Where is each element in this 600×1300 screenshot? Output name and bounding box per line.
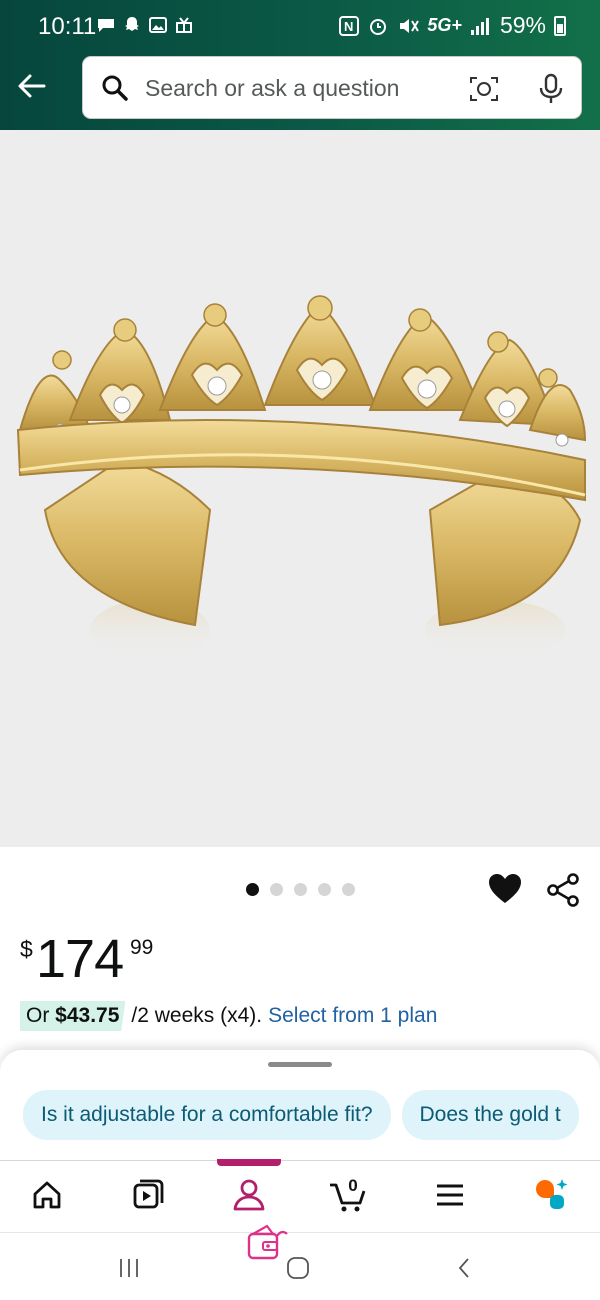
svg-text:N: N (344, 19, 353, 34)
pagination-dot[interactable] (270, 883, 283, 896)
network-type: 5G+ (427, 15, 462, 35)
search-placeholder: Search or ask a question (145, 75, 400, 101)
heart-icon[interactable] (487, 873, 523, 905)
back-arrow-icon[interactable] (14, 68, 50, 104)
signal-icon (470, 17, 489, 35)
status-bar: 10:11 N 5G+ 59% (0, 0, 600, 52)
status-time: 10:11 (38, 13, 97, 40)
question-chip[interactable]: Is it adjustable for a comfortable fit? (23, 1090, 391, 1140)
mute-icon (400, 18, 420, 33)
select-plan-link[interactable]: Select from 1 plan (268, 1004, 437, 1028)
rufus-icon[interactable] (532, 1175, 572, 1215)
pagination-dot[interactable] (342, 883, 355, 896)
microphone-icon[interactable] (535, 72, 567, 106)
price-currency: $ (20, 936, 33, 962)
pagination-dot[interactable] (294, 883, 307, 896)
bottom-tab-bar (0, 1159, 600, 1232)
camera-search-icon[interactable] (468, 73, 500, 105)
search-icon (102, 75, 128, 101)
gallery-icon (149, 17, 167, 33)
back-button-icon[interactable] (456, 1257, 472, 1279)
product-image-gallery[interactable] (0, 130, 600, 847)
active-tab-indicator (217, 1159, 281, 1166)
chat-icon (98, 19, 114, 32)
installment-prefix: Or (26, 1004, 50, 1027)
nfc-icon: N (339, 15, 360, 36)
recent-apps-icon[interactable] (118, 1257, 140, 1279)
suggestions-sheet[interactable]: Is it adjustable for a comfortable fit? … (0, 1050, 600, 1162)
battery-icon (554, 15, 566, 36)
question-chips: Is it adjustable for a comfortable fit? … (23, 1090, 579, 1140)
installment-chip: Or $43.75 (20, 1001, 126, 1031)
home-icon[interactable] (27, 1175, 67, 1215)
video-icon[interactable] (128, 1175, 168, 1215)
notification-icons (96, 15, 194, 35)
snapchat-icon (125, 17, 139, 31)
share-icon[interactable] (546, 873, 580, 907)
search-input[interactable]: Search or ask a question (82, 56, 582, 119)
system-status: N 5G+ 59% (339, 12, 566, 39)
account-icon[interactable] (229, 1175, 269, 1215)
menu-icon[interactable] (430, 1175, 470, 1215)
system-navigation-bar (0, 1232, 600, 1300)
alarm-icon (370, 18, 387, 35)
pagination-dot[interactable] (246, 883, 259, 896)
price-fraction: 99 (130, 936, 154, 959)
cart-count: 0 (348, 1176, 358, 1195)
installment-amount: $43.75 (55, 1004, 120, 1027)
battery-percent: 59% (499, 12, 546, 38)
price-whole: 174 (36, 929, 124, 989)
image-pagination-dots[interactable] (246, 883, 355, 896)
pagination-dot[interactable] (318, 883, 331, 896)
wallet-promo-icon[interactable] (245, 1222, 291, 1264)
top-bar: 10:11 N 5G+ 59% Search or ask a question (0, 0, 600, 130)
question-chip[interactable]: Does the gold t (401, 1090, 579, 1140)
product-image (0, 130, 600, 847)
sheet-drag-handle[interactable] (268, 1062, 332, 1067)
installment-plan: Or $43.75 /2 weeks (x4). Select from 1 p… (20, 1001, 437, 1031)
gift-icon (176, 17, 192, 33)
installment-term: /2 weeks (x4). (131, 1004, 263, 1027)
